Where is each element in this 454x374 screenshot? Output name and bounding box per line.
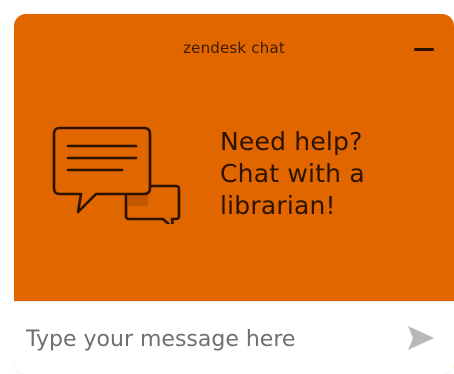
- help-prompt-line: Chat with a: [220, 159, 365, 188]
- help-prompt-line: librarian!: [220, 191, 336, 220]
- message-input[interactable]: [26, 319, 386, 359]
- chat-header: zendesk chat: [14, 14, 454, 74]
- message-composer: [14, 301, 454, 374]
- send-icon[interactable]: [406, 324, 436, 352]
- chat-title: zendesk chat: [183, 39, 285, 57]
- chat-bubbles-icon: [52, 126, 181, 224]
- help-prompt: Need help? Chat with a librarian!: [220, 126, 440, 222]
- chat-widget: zendesk chat Need help? Chat with a libr…: [14, 14, 454, 374]
- minimize-button[interactable]: [412, 38, 438, 60]
- minimize-icon: [414, 48, 434, 51]
- help-prompt-line: Need help?: [220, 127, 363, 156]
